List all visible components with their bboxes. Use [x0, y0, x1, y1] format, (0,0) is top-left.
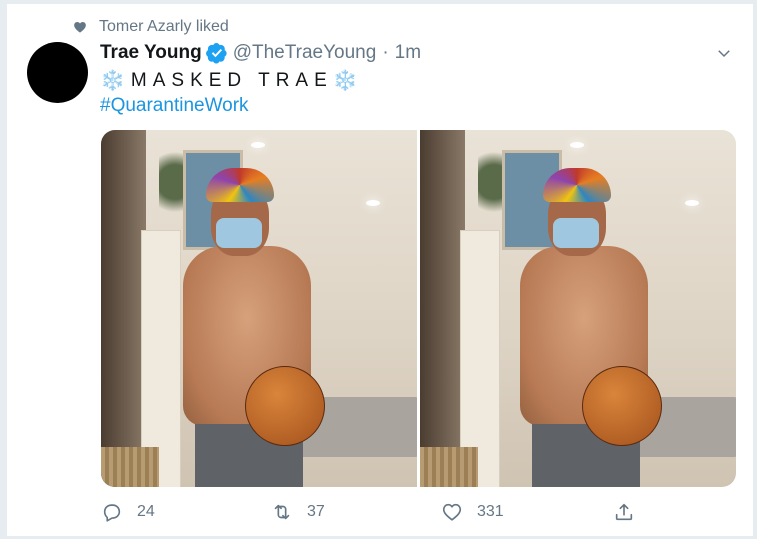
hashtag-link[interactable]: #QuarantineWork [100, 95, 249, 117]
reply-button[interactable]: 24 [101, 501, 155, 523]
photo-ceiling-light [366, 200, 380, 206]
heart-icon [442, 503, 462, 521]
retweet-count: 37 [307, 503, 325, 520]
heart-filled-icon [74, 22, 86, 33]
share-button[interactable] [613, 501, 635, 523]
tweet-header: Trae Young @TheTraeYoung · 1m [100, 42, 421, 64]
retweet-icon [274, 504, 290, 520]
reply-count: 24 [137, 503, 155, 520]
tweet-actions: 24 37 331 [101, 501, 646, 527]
tweet-card[interactable]: Tomer Azarly liked Trae Young @TheTraeYo… [6, 3, 754, 537]
photo-background-wall [420, 130, 465, 487]
tweet-photo-2[interactable] [420, 130, 736, 487]
snowflake-icon: ❄️ [332, 70, 358, 92]
photo-background-wall [101, 130, 146, 487]
like-button[interactable]: 331 [441, 501, 504, 523]
photo-person [173, 168, 325, 487]
reply-icon [103, 504, 121, 522]
tweet-text-masked-trae: MASKED TRAE [130, 69, 333, 91]
photo-person [510, 168, 662, 487]
photo-ceiling-light [685, 200, 699, 206]
more-options-chevron-icon[interactable] [715, 44, 733, 62]
like-count: 331 [477, 503, 504, 520]
share-icon [615, 503, 633, 521]
tweet-timestamp[interactable]: 1m [395, 42, 421, 64]
verified-badge-icon [205, 42, 228, 64]
basketball [582, 366, 662, 446]
retweet-button[interactable]: 37 [271, 501, 325, 523]
photo-ceiling-light [570, 142, 584, 148]
separator-dot: · [382, 42, 389, 63]
tweet-photo-1[interactable] [101, 130, 417, 487]
snowflake-icon: ❄️ [100, 70, 125, 92]
author-handle[interactable]: @TheTraeYoung [233, 42, 377, 64]
social-context-text[interactable]: Tomer Azarly liked [99, 18, 229, 36]
photo-basket [420, 447, 478, 487]
basketball [245, 366, 325, 446]
tweet-media [101, 130, 736, 487]
photo-ceiling-light [251, 142, 265, 148]
tweet-text-line1: ❄️ MASKED TRAE ❄️ [100, 68, 358, 93]
author-name[interactable]: Trae Young [100, 42, 202, 64]
social-context: Tomer Azarly liked [73, 18, 229, 36]
photo-basket [101, 447, 159, 487]
avatar[interactable] [27, 42, 88, 103]
